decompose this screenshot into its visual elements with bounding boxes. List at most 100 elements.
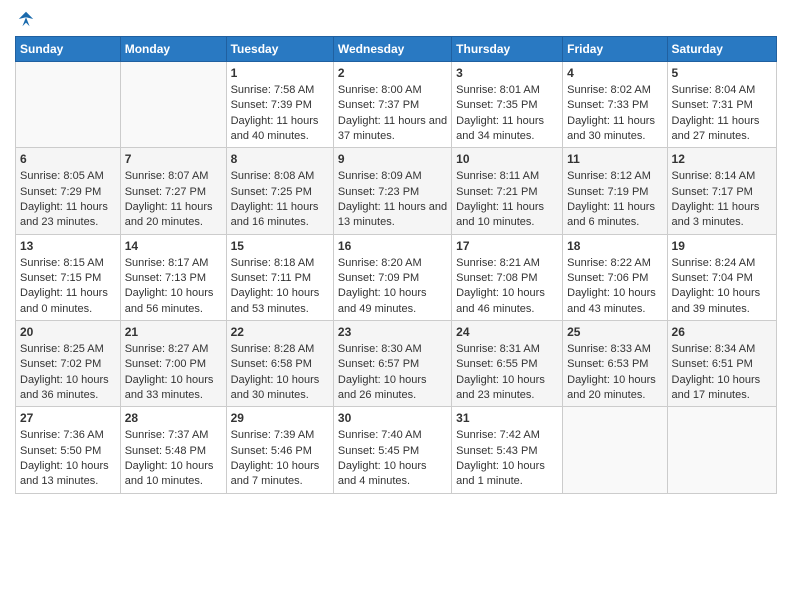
day-info: Daylight: 11 hours and 40 minutes. — [231, 114, 329, 145]
day-info: Sunrise: 8:34 AM — [672, 342, 772, 357]
day-info: Sunset: 7:02 PM — [20, 357, 116, 372]
calendar-cell: 27Sunrise: 7:36 AMSunset: 5:50 PMDayligh… — [16, 407, 121, 493]
day-info: Sunset: 7:17 PM — [672, 185, 772, 200]
day-info: Sunrise: 8:09 AM — [338, 169, 447, 184]
day-info: Daylight: 10 hours and 13 minutes. — [20, 459, 116, 490]
calendar-cell: 8Sunrise: 8:08 AMSunset: 7:25 PMDaylight… — [226, 148, 333, 234]
day-number: 6 — [20, 151, 116, 168]
day-info: Sunrise: 8:02 AM — [567, 83, 662, 98]
calendar-cell: 20Sunrise: 8:25 AMSunset: 7:02 PMDayligh… — [16, 321, 121, 407]
day-number: 13 — [20, 238, 116, 255]
day-number: 18 — [567, 238, 662, 255]
day-info: Daylight: 11 hours and 23 minutes. — [20, 200, 116, 231]
day-number: 4 — [567, 65, 662, 82]
logo — [15, 10, 35, 28]
calendar-cell: 26Sunrise: 8:34 AMSunset: 6:51 PMDayligh… — [667, 321, 776, 407]
day-info: Sunrise: 7:37 AM — [125, 428, 222, 443]
day-info: Daylight: 11 hours and 13 minutes. — [338, 200, 447, 231]
week-row-2: 13Sunrise: 8:15 AMSunset: 7:15 PMDayligh… — [16, 234, 777, 320]
day-info: Sunset: 6:51 PM — [672, 357, 772, 372]
day-info: Sunset: 7:33 PM — [567, 98, 662, 113]
col-header-sunday: Sunday — [16, 37, 121, 62]
calendar-cell: 10Sunrise: 8:11 AMSunset: 7:21 PMDayligh… — [452, 148, 563, 234]
day-info: Sunset: 7:06 PM — [567, 271, 662, 286]
day-info: Daylight: 10 hours and 43 minutes. — [567, 286, 662, 317]
calendar-cell — [16, 62, 121, 148]
calendar-cell: 17Sunrise: 8:21 AMSunset: 7:08 PMDayligh… — [452, 234, 563, 320]
week-row-3: 20Sunrise: 8:25 AMSunset: 7:02 PMDayligh… — [16, 321, 777, 407]
calendar-cell — [120, 62, 226, 148]
calendar-cell: 13Sunrise: 8:15 AMSunset: 7:15 PMDayligh… — [16, 234, 121, 320]
calendar-cell — [563, 407, 667, 493]
day-number: 29 — [231, 410, 329, 427]
day-info: Daylight: 11 hours and 0 minutes. — [20, 286, 116, 317]
calendar-cell: 21Sunrise: 8:27 AMSunset: 7:00 PMDayligh… — [120, 321, 226, 407]
day-number: 7 — [125, 151, 222, 168]
day-number: 1 — [231, 65, 329, 82]
day-number: 2 — [338, 65, 447, 82]
day-info: Sunset: 7:27 PM — [125, 185, 222, 200]
week-row-1: 6Sunrise: 8:05 AMSunset: 7:29 PMDaylight… — [16, 148, 777, 234]
day-info: Daylight: 11 hours and 27 minutes. — [672, 114, 772, 145]
calendar-cell: 3Sunrise: 8:01 AMSunset: 7:35 PMDaylight… — [452, 62, 563, 148]
day-info: Sunset: 5:50 PM — [20, 444, 116, 459]
day-info: Sunset: 7:31 PM — [672, 98, 772, 113]
day-info: Daylight: 10 hours and 56 minutes. — [125, 286, 222, 317]
day-info: Sunrise: 8:18 AM — [231, 256, 329, 271]
calendar-table: SundayMondayTuesdayWednesdayThursdayFrid… — [15, 36, 777, 494]
day-info: Sunset: 7:21 PM — [456, 185, 558, 200]
calendar-cell: 30Sunrise: 7:40 AMSunset: 5:45 PMDayligh… — [333, 407, 451, 493]
day-info: Sunset: 7:23 PM — [338, 185, 447, 200]
day-info: Daylight: 10 hours and 1 minute. — [456, 459, 558, 490]
day-info: Sunset: 7:39 PM — [231, 98, 329, 113]
day-info: Daylight: 10 hours and 17 minutes. — [672, 373, 772, 404]
day-info: Daylight: 10 hours and 10 minutes. — [125, 459, 222, 490]
day-info: Daylight: 10 hours and 46 minutes. — [456, 286, 558, 317]
day-info: Daylight: 11 hours and 3 minutes. — [672, 200, 772, 231]
day-number: 26 — [672, 324, 772, 341]
page: SundayMondayTuesdayWednesdayThursdayFrid… — [0, 0, 792, 504]
day-info: Daylight: 10 hours and 33 minutes. — [125, 373, 222, 404]
day-info: Daylight: 11 hours and 37 minutes. — [338, 114, 447, 145]
col-header-tuesday: Tuesday — [226, 37, 333, 62]
calendar-cell: 4Sunrise: 8:02 AMSunset: 7:33 PMDaylight… — [563, 62, 667, 148]
day-info: Sunset: 7:29 PM — [20, 185, 116, 200]
calendar-cell: 28Sunrise: 7:37 AMSunset: 5:48 PMDayligh… — [120, 407, 226, 493]
day-info: Sunrise: 7:36 AM — [20, 428, 116, 443]
day-info: Daylight: 10 hours and 7 minutes. — [231, 459, 329, 490]
day-info: Sunset: 7:15 PM — [20, 271, 116, 286]
day-info: Daylight: 11 hours and 20 minutes. — [125, 200, 222, 231]
day-info: Sunset: 7:08 PM — [456, 271, 558, 286]
day-info: Sunrise: 7:58 AM — [231, 83, 329, 98]
day-info: Daylight: 10 hours and 49 minutes. — [338, 286, 447, 317]
calendar-cell: 9Sunrise: 8:09 AMSunset: 7:23 PMDaylight… — [333, 148, 451, 234]
logo-bird-icon — [17, 10, 35, 28]
calendar-cell: 25Sunrise: 8:33 AMSunset: 6:53 PMDayligh… — [563, 321, 667, 407]
calendar-cell: 1Sunrise: 7:58 AMSunset: 7:39 PMDaylight… — [226, 62, 333, 148]
day-info: Sunrise: 8:11 AM — [456, 169, 558, 184]
header — [15, 10, 777, 28]
day-info: Sunrise: 7:40 AM — [338, 428, 447, 443]
day-number: 27 — [20, 410, 116, 427]
day-number: 31 — [456, 410, 558, 427]
day-info: Daylight: 10 hours and 53 minutes. — [231, 286, 329, 317]
day-info: Sunset: 5:48 PM — [125, 444, 222, 459]
day-info: Sunrise: 8:20 AM — [338, 256, 447, 271]
day-info: Daylight: 10 hours and 30 minutes. — [231, 373, 329, 404]
calendar-cell: 19Sunrise: 8:24 AMSunset: 7:04 PMDayligh… — [667, 234, 776, 320]
day-number: 10 — [456, 151, 558, 168]
day-info: Sunrise: 8:05 AM — [20, 169, 116, 184]
day-info: Daylight: 10 hours and 4 minutes. — [338, 459, 447, 490]
calendar-cell: 24Sunrise: 8:31 AMSunset: 6:55 PMDayligh… — [452, 321, 563, 407]
day-info: Sunset: 6:55 PM — [456, 357, 558, 372]
day-info: Sunrise: 8:25 AM — [20, 342, 116, 357]
day-info: Daylight: 11 hours and 10 minutes. — [456, 200, 558, 231]
day-info: Sunrise: 8:00 AM — [338, 83, 447, 98]
day-number: 23 — [338, 324, 447, 341]
day-number: 12 — [672, 151, 772, 168]
calendar-cell: 12Sunrise: 8:14 AMSunset: 7:17 PMDayligh… — [667, 148, 776, 234]
day-info: Sunset: 7:25 PM — [231, 185, 329, 200]
calendar-cell — [667, 407, 776, 493]
col-header-friday: Friday — [563, 37, 667, 62]
calendar-cell: 7Sunrise: 8:07 AMSunset: 7:27 PMDaylight… — [120, 148, 226, 234]
